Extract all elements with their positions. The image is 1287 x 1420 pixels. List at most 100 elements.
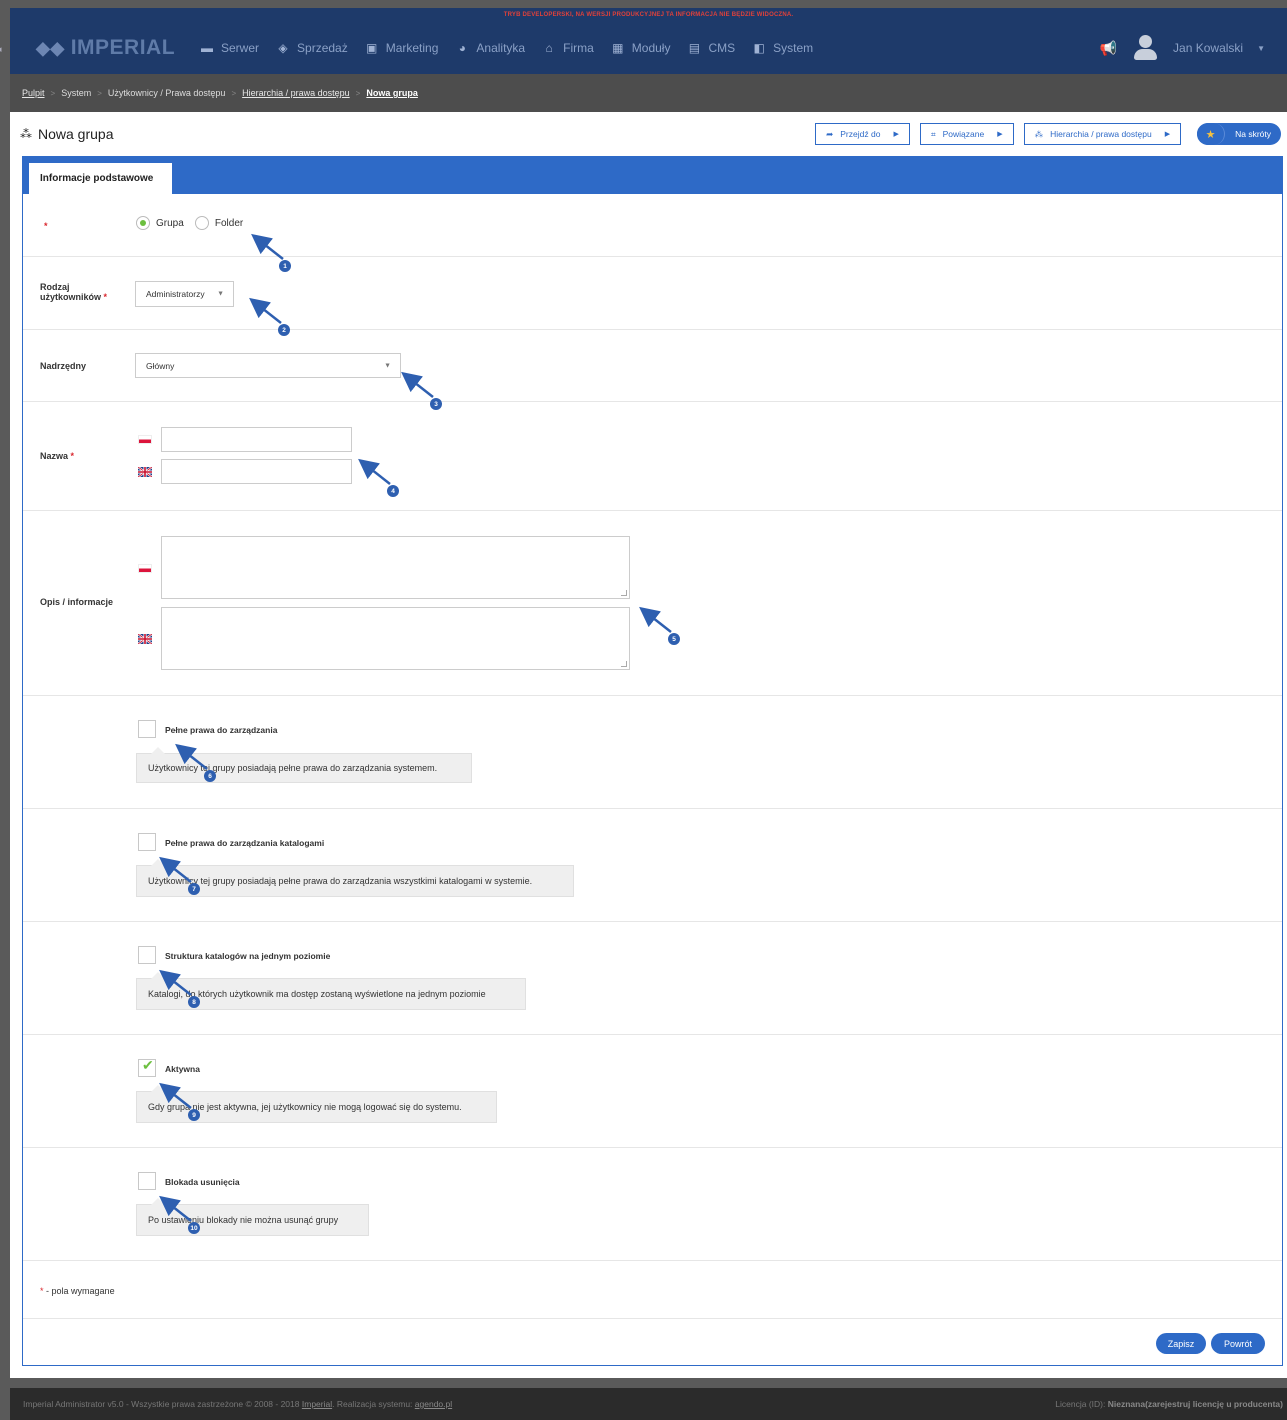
- breadcrumb-separator-icon: >: [50, 88, 56, 98]
- logo-icon: ◆◆: [36, 37, 65, 58]
- flat-structure-label[interactable]: Struktura katalogów na jednym poziomie: [165, 951, 330, 961]
- nav-label: Marketing: [385, 41, 439, 55]
- nav-item-marketing[interactable]: ▣ Marketing: [365, 22, 456, 74]
- nav-item-sprzedaz[interactable]: ◈ Sprzedaż: [276, 22, 365, 74]
- page-title: ⁂ Nowa grupa: [20, 126, 114, 142]
- name-pl-input[interactable]: [161, 427, 352, 452]
- nav-item-firma[interactable]: ⌂ Firma: [542, 22, 611, 74]
- back-button[interactable]: Powrót: [1211, 1333, 1265, 1354]
- description-pl-textarea[interactable]: [161, 536, 630, 599]
- radio-grupa-label[interactable]: Grupa: [156, 218, 184, 229]
- nav-item-moduly[interactable]: ▦ Moduły: [611, 22, 688, 74]
- flag-pl-icon: [138, 564, 152, 573]
- goto-button[interactable]: ➦ Przejdź do ▶: [815, 123, 910, 145]
- nav-item-cms[interactable]: ▤ CMS: [687, 22, 752, 74]
- full-rights-checkbox[interactable]: [138, 720, 156, 738]
- related-label: Powiązane: [942, 129, 985, 139]
- footer-realization-text: . Realizacja systemu:: [332, 1399, 413, 1409]
- flat-structure-checkbox[interactable]: [138, 946, 156, 964]
- parent-label: Nadrzędny: [40, 361, 87, 371]
- annotation-marker-4: 4: [387, 485, 399, 497]
- caret-down-icon: ▼: [384, 362, 391, 369]
- breadcrumb-item: Użytkownicy / Prawa dostępu: [107, 88, 226, 98]
- name-en-input[interactable]: [161, 459, 352, 484]
- hierarchy-icon: ⁂: [20, 127, 32, 141]
- logo[interactable]: ◆◆ IMPERIAL: [36, 36, 186, 60]
- shortcuts-button[interactable]: ★ Na skróty: [1197, 123, 1281, 145]
- breadcrumb-item[interactable]: Hierarchia / prawa dostępu: [242, 88, 350, 98]
- footer-copyright-text: Imperial Administrator v5.0 - Wszystkie …: [23, 1399, 300, 1409]
- nav-item-analityka[interactable]: ◕ Analityka: [455, 22, 542, 74]
- checkbox-row-flat-structure: Struktura katalogów na jednym poziomie K…: [23, 922, 1282, 1035]
- radio-grupa[interactable]: [136, 216, 150, 230]
- breadcrumb-item: System: [61, 88, 92, 98]
- footer-link-agendo[interactable]: agendo.pl: [415, 1399, 452, 1409]
- description-row: Opis / informacje: [23, 511, 1282, 696]
- chart-icon: ◕: [458, 41, 467, 55]
- sidebar-toggle-icon[interactable]: ◂: [0, 44, 2, 55]
- chevron-down-icon[interactable]: ▼: [1257, 44, 1265, 53]
- user-kind-label-line1: Rodzaj: [40, 282, 70, 292]
- delete-lock-checkbox[interactable]: [138, 1172, 156, 1190]
- hierarchy-button[interactable]: ⁂ Hierarchia / prawa dostępu ▶: [1023, 123, 1182, 145]
- checkbox-row-delete-lock: Blokada usunięcia Po ustawieniu blokady …: [23, 1148, 1282, 1261]
- dev-mode-banner: TRYB DEVELOPERSKI, NA WERSJI PRODUKCYJNE…: [10, 8, 1287, 22]
- hierarchy-icon: ⁂: [1034, 128, 1044, 139]
- full-rights-label[interactable]: Pełne prawa do zarządzania: [165, 725, 277, 735]
- window-icon: ▤: [688, 41, 701, 55]
- caret-right-icon: ▶: [1164, 131, 1171, 138]
- resize-grip-icon[interactable]: [621, 661, 627, 667]
- box-icon: ◈: [278, 41, 288, 55]
- required-note-row: * - pola wymagane: [23, 1261, 1282, 1319]
- server-icon: ▬: [201, 41, 213, 55]
- radio-folder[interactable]: [194, 216, 209, 230]
- catalog-rights-hint: Użytkownicy tej grupy posiadają pełne pr…: [136, 859, 574, 897]
- footer: Imperial Administrator v5.0 - Wszystkie …: [10, 1388, 1287, 1420]
- description-label: Opis / informacje: [40, 597, 114, 607]
- type-radio-group: Grupa Folder: [136, 216, 251, 230]
- name-row: Nazwa *: [23, 402, 1282, 511]
- checkbox-row-catalog-rights: Pełne prawa do zarządzania katalogami Uż…: [23, 809, 1282, 922]
- megaphone-icon[interactable]: 📢: [1100, 40, 1117, 57]
- description-en-textarea[interactable]: [161, 607, 630, 670]
- parent-select[interactable]: Główny ▼: [135, 353, 401, 378]
- parent-row: Nadrzędny Główny ▼: [23, 330, 1282, 402]
- required-note: * - pola wymagane: [40, 1286, 115, 1296]
- active-label[interactable]: Aktywna: [165, 1064, 200, 1074]
- user-kind-select[interactable]: Administratorzy ▼: [135, 281, 234, 307]
- active-checkbox[interactable]: ✔: [138, 1057, 156, 1077]
- annotation-marker-8: 8: [188, 996, 200, 1008]
- radio-folder-label[interactable]: Folder: [215, 218, 243, 229]
- logo-text: IMPERIAL: [70, 36, 176, 59]
- name-label-text: Nazwa: [40, 451, 69, 461]
- full-rights-hint: Użytkownicy tej grupy posiadają pełne pr…: [136, 747, 472, 783]
- related-button[interactable]: ⌗ Powiązane ▶: [919, 123, 1014, 145]
- breadcrumb-item[interactable]: Pulpit: [22, 88, 45, 98]
- nav-item-serwer[interactable]: ▬ Serwer: [200, 22, 276, 74]
- resize-grip-icon[interactable]: [621, 590, 627, 596]
- star-icon: ★: [1197, 123, 1226, 145]
- flag-uk-icon: [138, 467, 152, 477]
- nav-label: Sprzedaż: [297, 41, 348, 55]
- annotation-marker-3: 3: [430, 398, 442, 410]
- annotation-marker-1: 1: [279, 260, 291, 272]
- required-mark: *: [44, 221, 48, 231]
- parent-value: Główny: [146, 360, 175, 371]
- user-kind-label: Rodzaj użytkowników *: [40, 282, 108, 302]
- goto-label: Przejdź do: [840, 129, 881, 139]
- user-kind-value: Administratorzy: [146, 289, 205, 299]
- user-name[interactable]: Jan Kowalski: [1173, 41, 1243, 55]
- caret-right-icon: ▶: [997, 131, 1003, 138]
- breadcrumb-current[interactable]: Nowa grupa: [366, 88, 418, 98]
- catalog-rights-checkbox[interactable]: [138, 833, 156, 851]
- nav-item-system[interactable]: ◧ System: [752, 22, 830, 74]
- footer-link-imperial[interactable]: Imperial: [302, 1399, 332, 1409]
- catalog-rights-label[interactable]: Pełne prawa do zarządzania katalogami: [165, 838, 324, 848]
- page-title-text: Nowa grupa: [38, 126, 114, 142]
- save-button[interactable]: Zapisz: [1156, 1333, 1206, 1354]
- tab-basic-info[interactable]: Informacje podstawowe: [29, 163, 172, 194]
- link-icon: ⌗: [930, 128, 936, 139]
- delete-lock-label[interactable]: Blokada usunięcia: [165, 1177, 240, 1187]
- footer-license-label: Licencja (ID):: [1055, 1399, 1106, 1409]
- avatar[interactable]: [1131, 34, 1159, 62]
